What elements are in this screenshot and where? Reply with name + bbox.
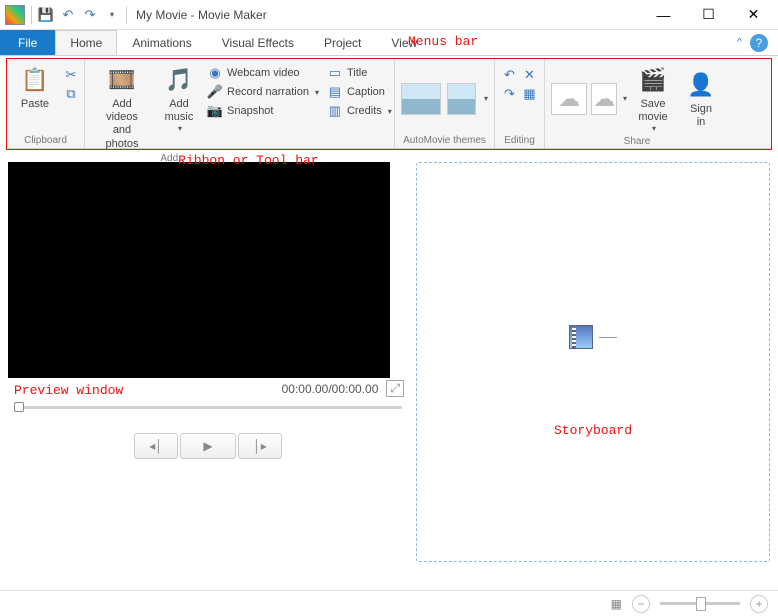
- annotation-ribbon: Ribbon or Tool bar: [178, 153, 318, 168]
- next-frame-button[interactable]: │▸: [238, 433, 282, 459]
- zoom-slider[interactable]: [660, 602, 740, 605]
- help-icon[interactable]: ?: [750, 34, 768, 52]
- play-button[interactable]: ▶: [180, 433, 236, 459]
- caption-button[interactable]: ▤Caption: [325, 83, 394, 101]
- group-label: Add: [160, 153, 178, 168]
- prev-frame-button[interactable]: ◂│: [134, 433, 178, 459]
- webcam-video-button[interactable]: ◉Webcam video: [205, 64, 321, 82]
- snapshot-button[interactable]: 📷Snapshot: [205, 102, 321, 120]
- storyboard-placeholder-line: [599, 337, 617, 338]
- save-movie-icon: 🎬: [637, 64, 669, 96]
- preview-pane: Preview window 00:00.00/00:00.00 ⤢ ◂│ ▶ …: [8, 162, 408, 562]
- automovie-theme-thumb[interactable]: [447, 83, 476, 115]
- annotation-preview: Preview window: [14, 383, 123, 398]
- zoom-out-button[interactable]: −: [632, 595, 650, 613]
- separator: [126, 6, 127, 24]
- close-button[interactable]: ✕: [731, 1, 776, 29]
- save-movie-button[interactable]: 🎬 Save movie▾: [631, 62, 675, 136]
- more-themes-icon[interactable]: ▾: [484, 94, 488, 103]
- rotate-left-icon: ↶: [502, 67, 518, 83]
- thumbnails-view-icon[interactable]: ▦: [611, 597, 622, 611]
- group-label: Clipboard: [13, 135, 78, 148]
- window-title: My Movie - Movie Maker: [136, 8, 267, 22]
- storyboard-pane[interactable]: Storyboard: [416, 162, 770, 562]
- annotation-menus: Menus bar: [408, 34, 478, 49]
- animations-tab[interactable]: Animations: [117, 30, 206, 55]
- timecode: 00:00.00/00:00.00: [282, 382, 379, 396]
- title-icon: ▭: [327, 65, 343, 81]
- caption-icon: ▤: [327, 84, 343, 100]
- user-icon: 👤: [685, 69, 717, 101]
- add-videos-photos-button[interactable]: 🎞️ Add videos and photos: [91, 62, 153, 153]
- visual-effects-tab[interactable]: Visual Effects: [207, 30, 309, 55]
- workspace: Preview window 00:00.00/00:00.00 ⤢ ◂│ ▶ …: [0, 152, 778, 572]
- status-bar: ▦ − +: [0, 590, 778, 616]
- home-tab[interactable]: Home: [55, 30, 117, 55]
- app-icon: [5, 5, 25, 25]
- save-icon[interactable]: 💾: [38, 7, 54, 23]
- ribbon-outline: 📋 Paste ✂ ⧉ Clipboard 🎞️ Add videos and …: [6, 58, 772, 150]
- seek-bar[interactable]: [8, 399, 408, 415]
- delete-icon: ✕: [522, 67, 538, 83]
- file-menu[interactable]: File: [0, 30, 55, 55]
- ribbon-collapse-icon[interactable]: ^: [737, 37, 742, 48]
- add-media-icon[interactable]: [569, 325, 593, 349]
- fullscreen-icon[interactable]: ⤢: [386, 380, 404, 397]
- camera-icon: 📷: [207, 103, 223, 119]
- group-label: Share: [551, 136, 723, 149]
- sign-in-button[interactable]: 👤 Sign in: [679, 67, 723, 131]
- credits-button[interactable]: ▥Credits▾: [325, 102, 394, 120]
- seek-thumb[interactable]: [14, 402, 24, 412]
- minimize-button[interactable]: —: [641, 1, 686, 29]
- more-share-icon[interactable]: ▾: [623, 94, 627, 103]
- rotate-left-button[interactable]: ↶✕: [500, 66, 540, 84]
- project-tab[interactable]: Project: [309, 30, 376, 55]
- preview-viewport[interactable]: [8, 162, 390, 378]
- clipboard-icon: 📋: [19, 64, 51, 96]
- publish-thumb[interactable]: ☁: [591, 83, 617, 115]
- publish-thumb[interactable]: ☁: [551, 83, 587, 115]
- title-button[interactable]: ▭Title: [325, 64, 394, 82]
- music-icon: 🎵: [163, 64, 195, 96]
- scissors-icon: ✂: [63, 67, 79, 83]
- group-label: AutoMovie themes: [401, 135, 488, 148]
- credits-icon: ▥: [327, 103, 343, 119]
- select-all-icon: ▦: [522, 86, 538, 102]
- add-music-button[interactable]: 🎵 Add music▾: [157, 62, 201, 136]
- separator: [31, 6, 32, 24]
- qat-dropdown-icon[interactable]: ▾: [104, 7, 120, 23]
- rotate-right-icon: ↷: [502, 86, 518, 102]
- microphone-icon: 🎤: [207, 84, 223, 100]
- maximize-button[interactable]: ☐: [686, 1, 731, 29]
- zoom-in-button[interactable]: +: [750, 595, 768, 613]
- group-label: Editing: [501, 135, 538, 148]
- automovie-theme-thumb[interactable]: [401, 83, 441, 115]
- ribbon: 📋 Paste ✂ ⧉ Clipboard 🎞️ Add videos and …: [7, 59, 771, 149]
- copy-button[interactable]: ⧉: [61, 85, 81, 103]
- copy-icon: ⧉: [63, 86, 79, 102]
- film-icon: 🎞️: [106, 64, 138, 96]
- paste-button[interactable]: 📋 Paste: [13, 62, 57, 113]
- menu-bar: File Home Animations Visual Effects Proj…: [0, 30, 778, 56]
- undo-icon[interactable]: ↶: [60, 7, 76, 23]
- annotation-storyboard: Storyboard: [554, 423, 632, 438]
- record-narration-button[interactable]: 🎤Record narration▾: [205, 83, 321, 101]
- redo-icon[interactable]: ↷: [82, 7, 98, 23]
- webcam-icon: ◉: [207, 65, 223, 81]
- title-bar: 💾 ↶ ↷ ▾ My Movie - Movie Maker — ☐ ✕: [0, 0, 778, 30]
- cut-button[interactable]: ✂: [61, 66, 81, 84]
- rotate-right-button[interactable]: ↷▦: [500, 85, 540, 103]
